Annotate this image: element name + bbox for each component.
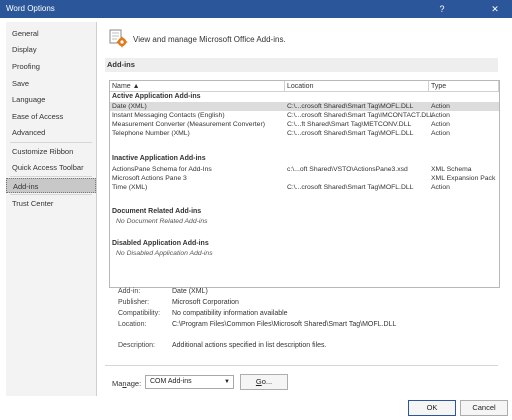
sidebar-item-proofing[interactable]: Proofing (6, 59, 96, 74)
manage-select[interactable]: COM Add-ins ▼ (145, 375, 234, 389)
group-inactive-add-ins: Inactive Application Add-ins (112, 155, 206, 162)
row-type: Action (431, 121, 450, 128)
window-title: Word Options (6, 4, 55, 13)
title-bar: Word Options ? ✕ (0, 0, 512, 18)
detail-publisher-label: Publisher: (118, 299, 150, 306)
row-location: C:\...crosoft Shared\Smart Tag\MOFL.DLL (287, 130, 414, 137)
table-row[interactable]: ActionsPane Schema for Add-Ins c:\...oft… (110, 165, 499, 174)
sidebar-item-add-ins[interactable]: Add-ins (6, 178, 96, 193)
empty-document-add-ins: No Document Related Add-ins (116, 218, 208, 225)
divider (105, 365, 498, 366)
sidebar-item-quick-access-toolbar[interactable]: Quick Access Toolbar (6, 160, 96, 175)
empty-disabled-add-ins: No Disabled Application Add-ins (116, 250, 213, 257)
detail-description-label: Description: (118, 342, 155, 349)
sidebar-item-general[interactable]: General (6, 26, 96, 41)
detail-location-value: C:\Program Files\Common Files\Microsoft … (172, 321, 397, 328)
table-row[interactable]: Microsoft Actions Pane 3 XML Expansion P… (110, 174, 499, 183)
sidebar-item-advanced[interactable]: Advanced (6, 125, 96, 140)
row-name: ActionsPane Schema for Add-Ins (112, 166, 212, 173)
row-location: C:\...crosoft Shared\Smart Tag\MOFL.DLL (287, 184, 414, 191)
cancel-button[interactable]: Cancel (460, 400, 508, 416)
row-name: Instant Messaging Contacts (English) (112, 112, 225, 119)
sidebar-divider (10, 194, 92, 195)
table-row[interactable]: Instant Messaging Contacts (English) C:\… (110, 111, 499, 120)
help-button[interactable]: ? (434, 2, 450, 16)
sidebar-item-customize-ribbon[interactable]: Customize Ribbon (6, 144, 96, 159)
add-ins-list[interactable]: Name ▲ Location Type Active Application … (109, 80, 500, 288)
row-name: Time (XML) (112, 184, 148, 191)
sidebar-item-display[interactable]: Display (6, 42, 96, 57)
table-row[interactable]: Measurement Converter (Measurement Conve… (110, 120, 499, 129)
sidebar: General Display Proofing Save Language E… (6, 22, 97, 396)
group-disabled-add-ins: Disabled Application Add-ins (112, 240, 209, 247)
sidebar-item-save[interactable]: Save (6, 76, 96, 91)
row-type: Action (431, 184, 450, 191)
group-active-add-ins: Active Application Add-ins (112, 93, 201, 100)
ok-button[interactable]: OK (408, 400, 456, 416)
group-document-add-ins: Document Related Add-ins (112, 208, 202, 215)
section-heading-add-ins: Add-ins (105, 58, 498, 72)
detail-publisher-value: Microsoft Corporation (172, 299, 239, 306)
table-row[interactable]: Time (XML) C:\...crosoft Shared\Smart Ta… (110, 183, 499, 192)
chevron-down-icon: ▼ (224, 379, 230, 385)
page-description: View and manage Microsoft Office Add-ins… (133, 35, 286, 44)
table-row[interactable]: Date (XML) C:\...crosoft Shared\Smart Ta… (110, 102, 499, 111)
sidebar-divider (10, 142, 92, 143)
row-name: Microsoft Actions Pane 3 (112, 175, 187, 182)
column-header-name[interactable]: Name ▲ (110, 81, 285, 92)
detail-location-label: Location: (118, 321, 147, 328)
table-row[interactable]: Telephone Number (XML) C:\...crosoft Sha… (110, 129, 499, 138)
row-location: C:\...crosoft Shared\Smart Tag\IMCONTACT… (287, 112, 434, 119)
row-type: Action (431, 103, 450, 110)
row-type: Action (431, 112, 450, 119)
go-button[interactable]: Go... (240, 374, 288, 390)
sidebar-item-trust-center[interactable]: Trust Center (6, 196, 96, 211)
row-name: Date (XML) (112, 103, 147, 110)
row-location: C:\...crosoft Shared\Smart Tag\MOFL.DLL (287, 103, 414, 110)
detail-description-value: Additional actions specified in list des… (172, 342, 327, 349)
row-name: Measurement Converter (Measurement Conve… (112, 121, 265, 128)
column-header-type[interactable]: Type (429, 81, 499, 92)
sidebar-item-language[interactable]: Language (6, 92, 96, 107)
column-header-location[interactable]: Location (285, 81, 429, 92)
manage-label: Manage: (112, 379, 142, 388)
row-name: Telephone Number (XML) (112, 130, 190, 137)
row-type: XML Schema (431, 166, 472, 173)
close-button[interactable]: ✕ (487, 2, 503, 16)
sidebar-divider (10, 176, 92, 177)
detail-compatibility-label: Compatibility: (118, 310, 161, 317)
row-location: c:\...oft Shared\VSTO\ActionsPane3.xsd (287, 166, 408, 173)
detail-addin-label: Add-in: (118, 288, 141, 295)
row-type: XML Expansion Pack (431, 175, 496, 182)
add-ins-gear-icon (109, 29, 128, 48)
row-location: C:\...ft Shared\Smart Tag\METCONV.DLL (287, 121, 412, 128)
detail-addin-value: Date (XML) (172, 288, 208, 295)
detail-compatibility-value: No compatibility information available (172, 310, 288, 317)
sidebar-item-ease-of-access[interactable]: Ease of Access (6, 109, 96, 124)
row-type: Action (431, 130, 450, 137)
manage-select-value: COM Add-ins (150, 378, 192, 385)
